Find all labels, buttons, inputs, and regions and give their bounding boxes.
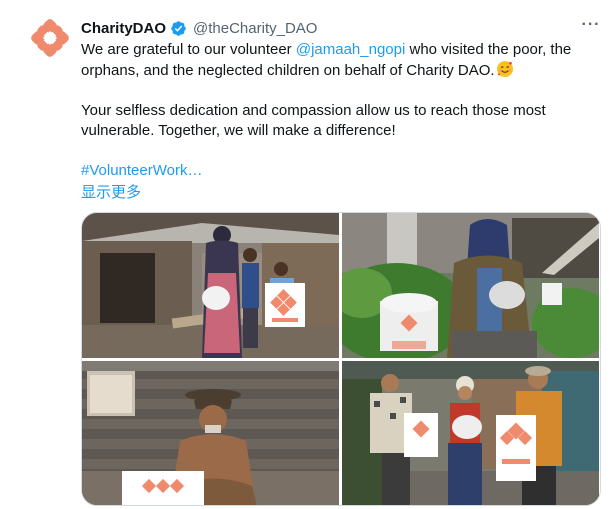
photo-3[interactable] <box>82 361 339 505</box>
hashtag-link[interactable]: #VolunteerWork… <box>81 162 202 179</box>
author-name[interactable]: CharityDAO <box>81 20 166 37</box>
tweet-paragraph-2: Your selfless dedication and compassion … <box>81 102 546 139</box>
text-prefix: We are grateful to our volunteer <box>81 41 296 58</box>
smiling-face-with-hearts-icon <box>496 60 514 78</box>
photo-2[interactable] <box>342 213 599 358</box>
charitydao-logo <box>31 19 69 57</box>
photo-elderly-woman <box>342 213 599 358</box>
mention-link[interactable]: @jamaah_ngopi <box>296 41 405 58</box>
author-handle[interactable]: @theCharity_DAO <box>193 20 317 37</box>
tweet-text: We are grateful to our volunteer @jamaah… <box>81 40 601 181</box>
tweet-header: CharityDAO @theCharity_DAO <box>81 17 317 39</box>
photo-1[interactable] <box>82 213 339 358</box>
media-grid <box>81 212 601 506</box>
tweet-paragraph-1: We are grateful to our volunteer @jamaah… <box>81 40 601 81</box>
tweet[interactable]: CharityDAO @theCharity_DAO ··· We are gr… <box>0 0 615 509</box>
show-more-link[interactable]: 显示更多 <box>81 181 141 202</box>
author-avatar[interactable] <box>30 18 70 58</box>
photo-4[interactable] <box>342 361 599 505</box>
photo-elderly-man <box>82 361 339 505</box>
photo-volunteers-signs <box>342 361 599 505</box>
more-options-icon[interactable]: ··· <box>580 14 602 36</box>
photo-family-house <box>82 213 339 358</box>
verified-badge-icon <box>170 20 187 37</box>
